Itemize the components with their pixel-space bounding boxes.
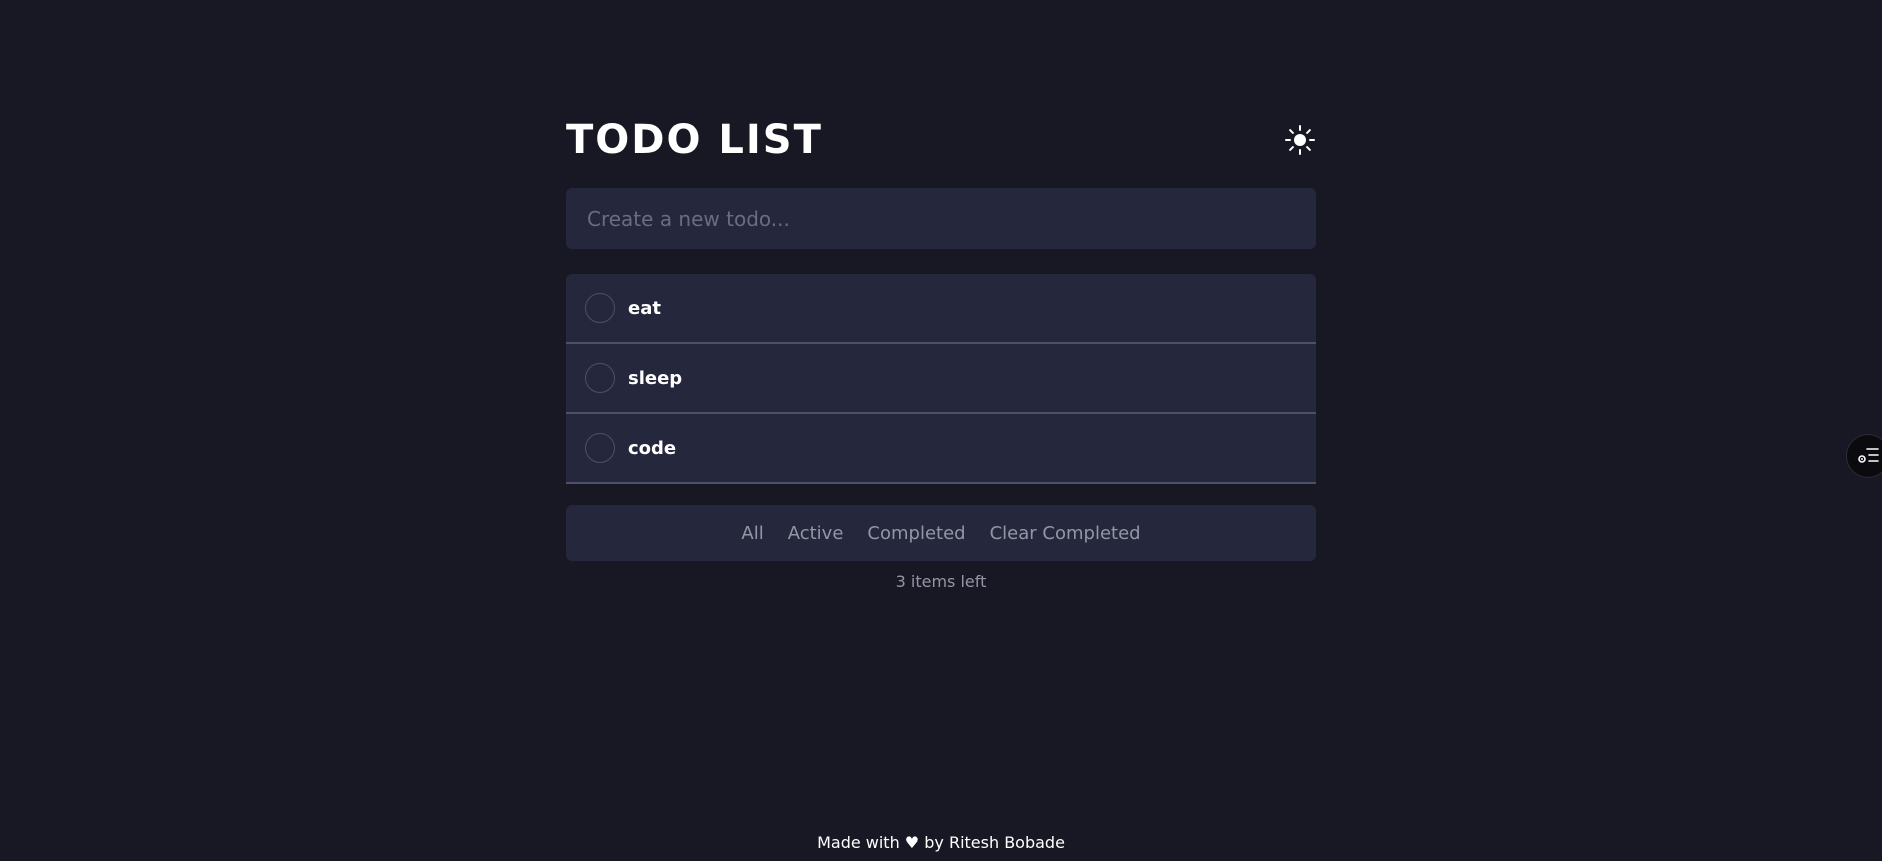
- page-title: TODO LIST: [566, 117, 823, 163]
- todo-list: eat sleep code: [566, 274, 1316, 484]
- new-todo-input[interactable]: [585, 205, 1297, 232]
- todo-checkbox[interactable]: [585, 293, 615, 323]
- todo-item[interactable]: sleep: [566, 344, 1316, 414]
- filter-completed-button[interactable]: Completed: [855, 523, 977, 544]
- filter-bar: All Active Completed Clear Completed: [566, 505, 1316, 561]
- clear-completed-button[interactable]: Clear Completed: [978, 523, 1153, 544]
- todo-text: eat: [628, 297, 661, 319]
- new-todo-box: [566, 188, 1316, 249]
- filter-all-button[interactable]: All: [729, 523, 775, 544]
- filter-active-button[interactable]: Active: [776, 523, 856, 544]
- header: TODO LIST: [566, 112, 1316, 168]
- items-left-count: 3 items left: [895, 572, 987, 591]
- todo-item[interactable]: code: [566, 414, 1316, 484]
- todo-item[interactable]: eat: [566, 274, 1316, 344]
- footer-credit: Made with ♥ by Ritesh Bobade: [817, 833, 1065, 852]
- settings-list-icon: [1858, 448, 1879, 463]
- todo-text: sleep: [628, 367, 683, 389]
- sun-icon: [1285, 125, 1315, 155]
- side-widget-button[interactable]: [1846, 434, 1882, 478]
- todo-checkbox[interactable]: [585, 433, 615, 463]
- todo-checkbox[interactable]: [585, 363, 615, 393]
- todo-text: code: [628, 437, 677, 459]
- theme-toggle-button[interactable]: [1284, 124, 1316, 156]
